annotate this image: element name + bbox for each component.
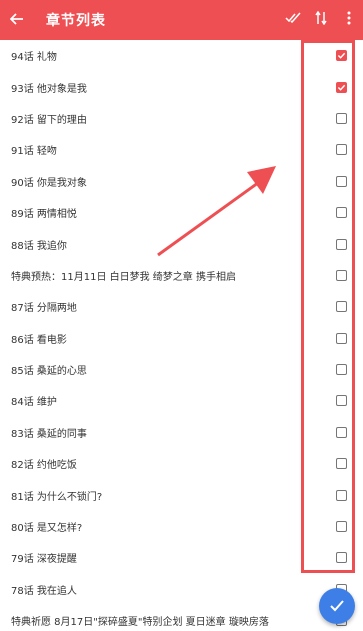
chapter-checkbox[interactable]	[336, 81, 347, 93]
chapter-label: 80话 是又怎样?	[11, 523, 83, 535]
chapter-checkbox[interactable]	[336, 238, 347, 250]
chapter-row[interactable]: 93话 他对象是我	[0, 71, 363, 102]
chapter-checkbox[interactable]	[336, 269, 347, 281]
chapter-checkbox[interactable]	[336, 458, 347, 470]
chapter-label: 79话 深夜提醒	[11, 554, 77, 566]
select-all-button[interactable]	[279, 0, 307, 40]
chapter-label: 83话 桑延的同事	[11, 428, 87, 440]
chapter-label: 87话 分隔两地	[11, 303, 77, 315]
chapter-row[interactable]: 94话 礼物	[0, 40, 363, 71]
chapter-label: 91话 轻吻	[11, 146, 57, 158]
chapter-checkbox[interactable]	[336, 521, 347, 533]
chapter-row[interactable]: 79话 深夜提醒	[0, 542, 363, 573]
app-bar: 章节列表	[0, 0, 363, 40]
chapter-row[interactable]: 88话 我追你	[0, 228, 363, 259]
chapter-checkbox[interactable]	[336, 301, 347, 313]
chapter-checkbox[interactable]	[336, 426, 347, 438]
chapter-row[interactable]: 83话 桑延的同事	[0, 417, 363, 448]
chapter-row[interactable]: 85话 桑延的心思	[0, 354, 363, 385]
chapter-label: 84话 维护	[11, 397, 57, 409]
chapter-row[interactable]: 89话 两情相悦	[0, 197, 363, 228]
chapter-label: 特典预热：11月11日 白日梦我 绮梦之章 携手相启	[11, 271, 236, 283]
chapter-checkbox[interactable]	[336, 207, 347, 219]
chapter-list: 94话 礼物 93话 他对象是我 92话 留下的理由 91话 轻吻 90话 你是我对象 8…	[0, 40, 363, 631]
select-all-icon	[285, 12, 301, 28]
chapter-row[interactable]: 82话 约他吃饭	[0, 448, 363, 479]
chapter-label: 90话 你是我对象	[11, 177, 87, 189]
chapter-checkbox[interactable]	[336, 395, 347, 407]
chapter-row[interactable]: 92话 留下的理由	[0, 103, 363, 134]
chapter-row[interactable]: 特典祈愿 8月17日"探碎盛夏"特别企划 夏日迷章 璇映房落	[0, 605, 363, 631]
back-button[interactable]	[0, 0, 34, 40]
chapter-checkbox[interactable]	[336, 364, 347, 376]
chapter-checkbox[interactable]	[336, 175, 347, 187]
chapter-row[interactable]: 特典预热：11月11日 白日梦我 绮梦之章 携手相启	[0, 260, 363, 291]
chapter-row[interactable]: 80话 是又怎样?	[0, 511, 363, 542]
page-title: 章节列表	[46, 13, 106, 29]
sort-icon	[315, 10, 327, 29]
chapter-label: 82话 约他吃饭	[11, 460, 77, 472]
chapter-row[interactable]: 78话 我在追人	[0, 574, 363, 605]
chapter-row[interactable]: 87话 分隔两地	[0, 291, 363, 322]
chapter-label: 94话 礼物	[11, 52, 57, 64]
chapter-label: 78话 我在追人	[11, 585, 77, 597]
more-button[interactable]	[335, 0, 363, 40]
sort-button[interactable]	[307, 0, 335, 40]
chapter-label: 92话 留下的理由	[11, 114, 87, 126]
chapter-row[interactable]: 91话 轻吻	[0, 134, 363, 165]
chapter-label: 85话 桑延的心思	[11, 366, 87, 378]
chapter-row[interactable]: 84话 维护	[0, 385, 363, 416]
chapter-checkbox[interactable]	[336, 112, 347, 124]
chapter-checkbox[interactable]	[336, 332, 347, 344]
chapter-row[interactable]: 81话 为什么不锁门?	[0, 479, 363, 510]
chapter-row[interactable]: 90话 你是我对象	[0, 166, 363, 197]
arrow-left-icon	[9, 11, 24, 30]
chapter-checkbox[interactable]	[336, 489, 347, 501]
confirm-fab[interactable]	[319, 588, 355, 624]
chapter-label: 89话 两情相悦	[11, 209, 77, 221]
chapter-checkbox[interactable]	[336, 552, 347, 564]
chapter-label: 88话 我追你	[11, 240, 67, 252]
check-icon	[330, 597, 344, 616]
chapter-label: 93话 他对象是我	[11, 83, 87, 95]
chapter-label: 特典祈愿 8月17日"探碎盛夏"特别企划 夏日迷章 璇映房落	[11, 617, 269, 629]
chapter-row[interactable]: 86话 看电影	[0, 323, 363, 354]
chapter-checkbox[interactable]	[336, 50, 347, 62]
chapter-checkbox[interactable]	[336, 144, 347, 156]
chapter-label: 81话 为什么不锁门?	[11, 491, 103, 503]
more-vertical-icon	[347, 11, 351, 29]
chapter-label: 86话 看电影	[11, 334, 67, 346]
